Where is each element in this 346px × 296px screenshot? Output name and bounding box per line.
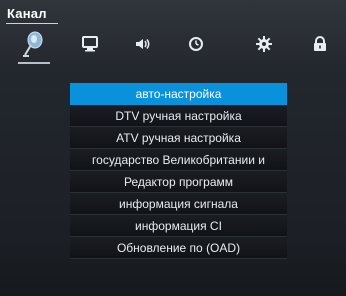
- gear-icon: [255, 35, 273, 53]
- speaker-icon: [134, 35, 152, 53]
- title-underline: [6, 23, 58, 24]
- menu-item-auto-tuning[interactable]: авто-настройка: [70, 83, 287, 105]
- menu-item-label: государство Великобритании и: [92, 152, 265, 167]
- menu-item-label: Обновление по (OAD): [116, 240, 241, 255]
- menu-item-signal-info[interactable]: информация сигнала: [70, 193, 287, 215]
- menu-item-label: DTV ручная настройка: [115, 108, 242, 123]
- menu-item-atv-manual-tuning[interactable]: ATV ручная настройка: [70, 127, 287, 149]
- monitor-icon: [81, 35, 99, 53]
- menu-item-label: ATV ручная настройка: [116, 130, 241, 145]
- tab-channel[interactable]: [14, 26, 54, 64]
- page-title: Канал: [7, 6, 47, 21]
- lock-icon: [311, 35, 329, 53]
- menu-item-label: авто-настройка: [135, 86, 222, 101]
- tab-setup[interactable]: [244, 26, 284, 62]
- menu-item-country[interactable]: государство Великобритании и: [70, 149, 287, 171]
- tab-sound[interactable]: [123, 26, 163, 62]
- menu-item-dtv-manual-tuning[interactable]: DTV ручная настройка: [70, 105, 287, 127]
- menu-item-label: Редактор программ: [123, 174, 234, 189]
- tab-picture[interactable]: [70, 26, 110, 62]
- tv-menu-screen: Канал авто-настройка DTV ручная настройк…: [0, 0, 346, 296]
- menu-tabs: [0, 26, 346, 64]
- menu-item-oad-update[interactable]: Обновление по (OAD): [70, 237, 287, 259]
- menu-item-program-editor[interactable]: Редактор программ: [70, 171, 287, 193]
- tab-lock[interactable]: [300, 26, 340, 62]
- menu-item-label: информация сигнала: [119, 196, 238, 211]
- satellite-dish-icon: [19, 29, 49, 59]
- menu-item-label: информация CI: [135, 218, 222, 233]
- clock-icon: [187, 35, 205, 53]
- tab-time[interactable]: [176, 26, 216, 62]
- menu-item-ci-info[interactable]: информация CI: [70, 215, 287, 237]
- channel-menu: авто-настройка DTV ручная настройка ATV …: [70, 83, 287, 259]
